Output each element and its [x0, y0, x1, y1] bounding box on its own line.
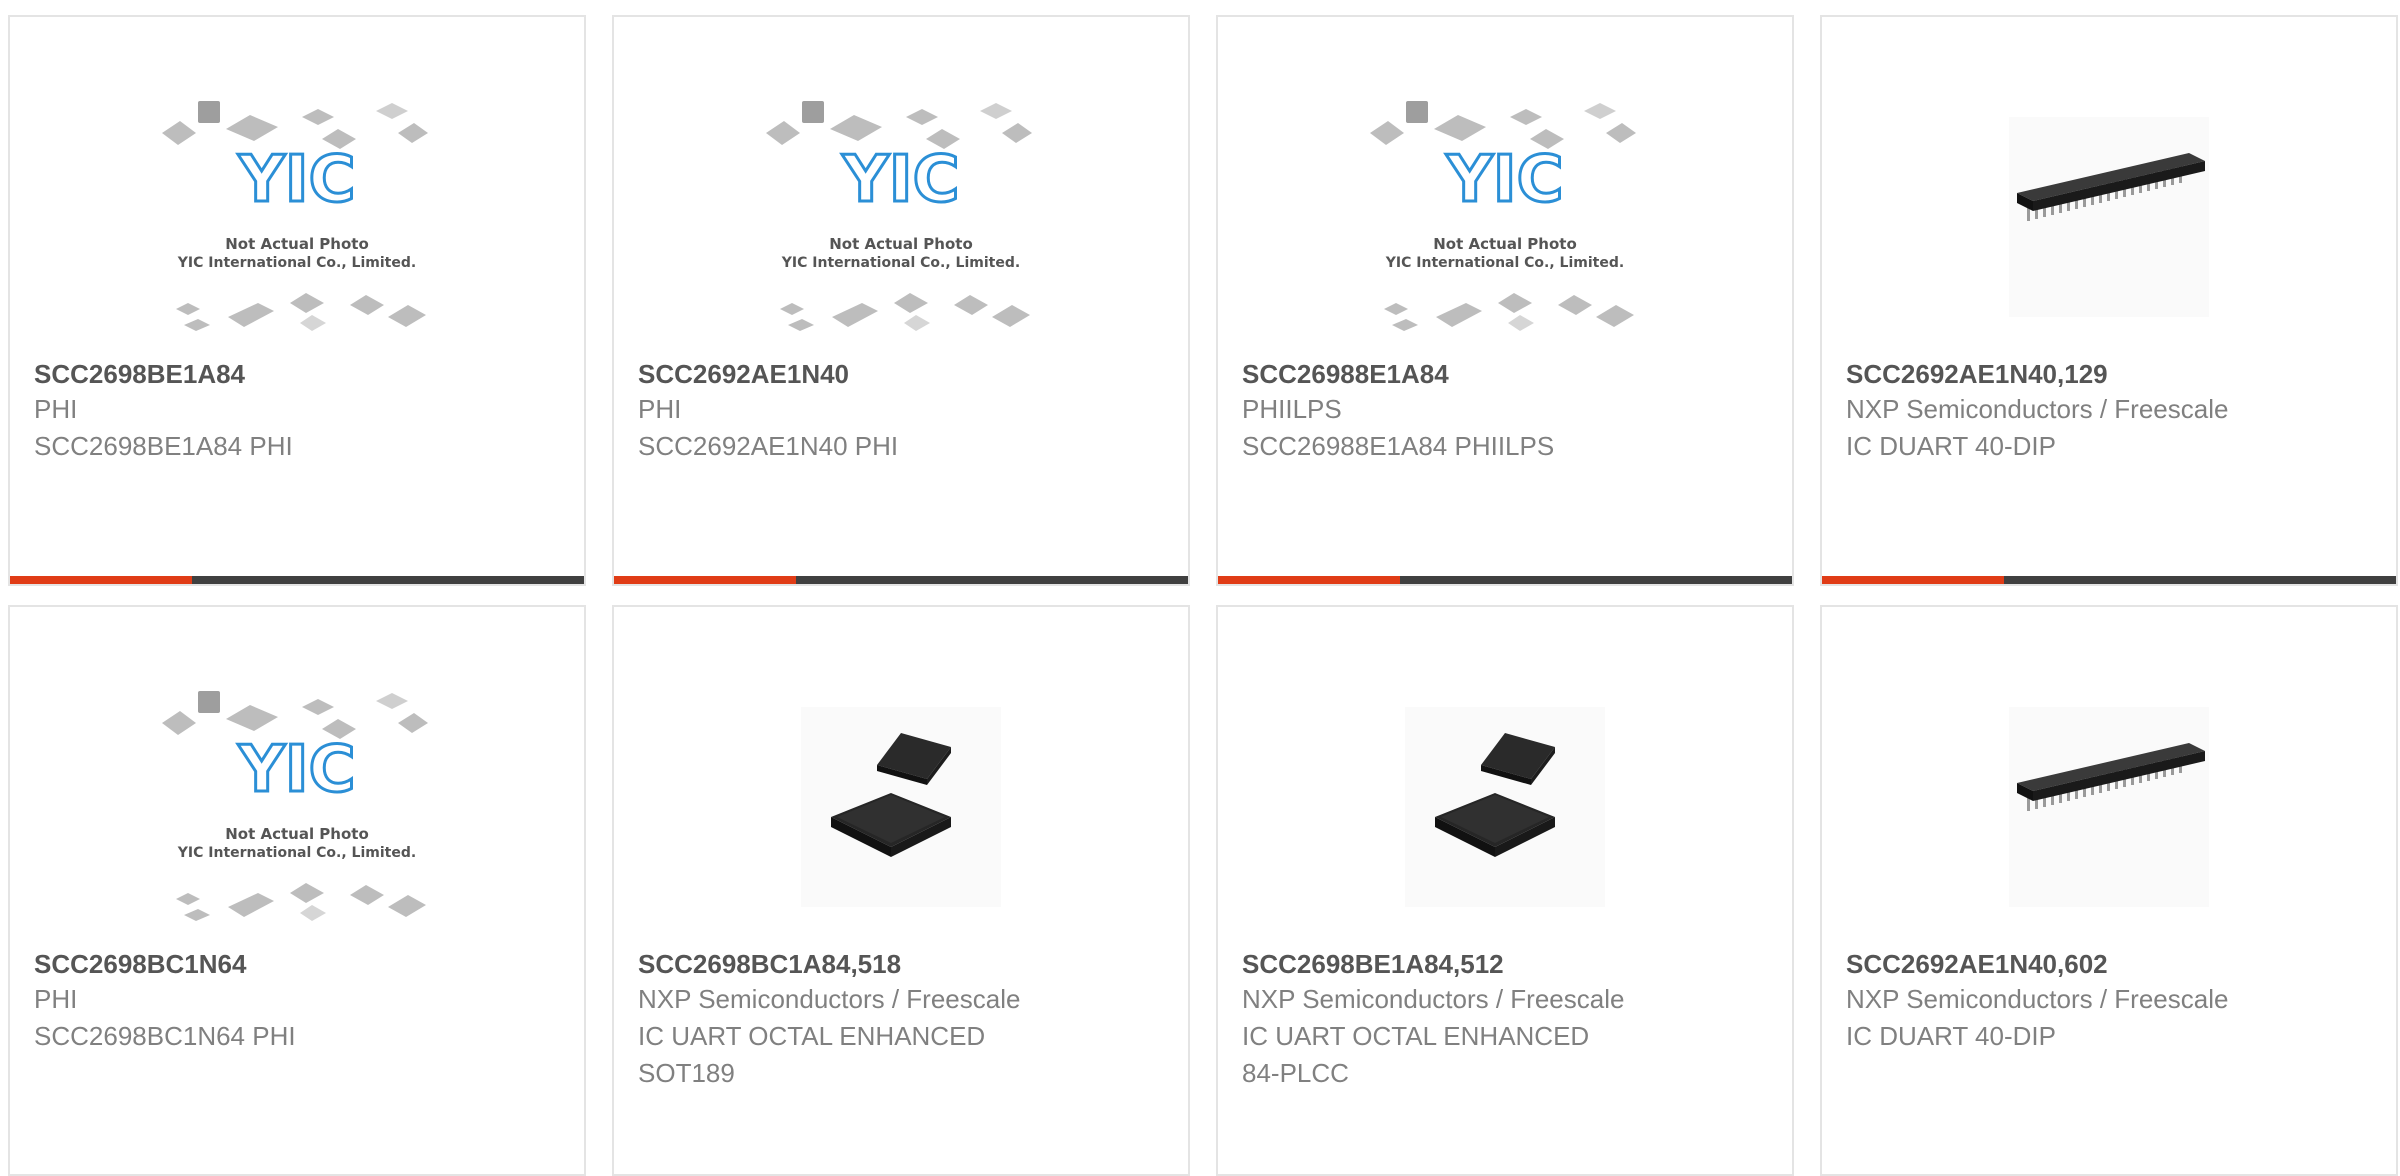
part-number-link[interactable]: SCC2692AE1N40,602 — [1846, 947, 2376, 981]
description: IC DUART 40-DIP — [1846, 431, 2056, 461]
placeholder-image: YIC Not Actual Photo YIC International C… — [162, 101, 428, 331]
svg-text:YIC: YIC — [1445, 143, 1563, 217]
svg-text:Not Actual Photo: Not Actual Photo — [829, 235, 973, 253]
part-number-link[interactable]: SCC2698BE1A84 — [34, 357, 564, 391]
manufacturer: NXP Semiconductors / Freescale — [1242, 984, 1625, 1014]
product-card[interactable]: SCC2698BE1A84,512 NXP Semiconductors / Fr… — [1216, 605, 1794, 1176]
product-card[interactable]: SCC2692AE1N40,602 NXP Semiconductors / Fr… — [1820, 605, 2398, 1176]
dip-chip-image — [2009, 117, 2209, 317]
product-grid: YIC Not Actual Photo YIC International C… — [8, 15, 2398, 1176]
description: SCC26988E1A84 PHIILPS — [1242, 431, 1555, 461]
manufacturer: PHI — [34, 394, 78, 424]
card-bottom-bar — [614, 576, 1188, 584]
product-info: SCC2692AE1N40,602 NXP Semiconductors / Fr… — [1846, 947, 2376, 1055]
svg-text:Not Actual Photo: Not Actual Photo — [1433, 235, 1577, 253]
product-image[interactable]: YIC Not Actual Photo YIC International C… — [616, 67, 1186, 367]
svg-text:YIC: YIC — [841, 143, 959, 217]
product-image[interactable] — [1220, 657, 1790, 957]
product-card[interactable]: SCC2698BC1A84,518 NXP Semiconductors / Fr… — [612, 605, 1190, 1176]
svg-text:YIC: YIC — [237, 733, 355, 807]
manufacturer: PHI — [638, 394, 682, 424]
svg-text:YIC International Co., Limited: YIC International Co., Limited. — [1385, 255, 1624, 271]
card-accent-bar — [10, 576, 192, 584]
part-number-link[interactable]: SCC2698BE1A84,512 — [1242, 947, 1772, 981]
dip-chip-image — [2009, 707, 2209, 907]
product-image[interactable] — [1824, 67, 2394, 367]
part-number-link[interactable]: SCC2692AE1N40,129 — [1846, 357, 2376, 391]
product-image[interactable]: YIC Not Actual Photo YIC International C… — [12, 67, 582, 367]
placeholder-image: YIC Not Actual Photo YIC International C… — [1370, 101, 1636, 331]
product-info: SCC2698BC1N64 PHI SCC2698BC1N64 PHI — [34, 947, 564, 1055]
card-bottom-bar — [1822, 576, 2396, 584]
product-image[interactable] — [1824, 657, 2394, 957]
product-image[interactable]: YIC Not Actual Photo YIC International C… — [12, 657, 582, 957]
description: SCC2698BE1A84 PHI — [34, 431, 293, 461]
description: IC DUART 40-DIP — [1846, 1021, 2056, 1051]
product-card[interactable]: YIC Not Actual Photo YIC International C… — [8, 15, 586, 586]
svg-text:YIC: YIC — [237, 143, 355, 217]
description: SCC2698BC1N64 PHI — [34, 1021, 296, 1051]
svg-text:Not Actual Photo: Not Actual Photo — [225, 825, 369, 843]
description: IC UART OCTAL ENHANCED — [638, 1021, 986, 1051]
manufacturer: PHI — [34, 984, 78, 1014]
plcc-chip-image — [801, 707, 1001, 907]
part-number-link[interactable]: SCC2698BC1A84,518 — [638, 947, 1168, 981]
product-info: SCC2692AE1N40 PHI SCC2692AE1N40 PHI — [638, 357, 1168, 465]
product-info: SCC2692AE1N40,129 NXP Semiconductors / Fr… — [1846, 357, 2376, 465]
manufacturer: NXP Semiconductors / Freescale — [1846, 394, 2229, 424]
svg-text:YIC International Co., Limited: YIC International Co., Limited. — [177, 255, 416, 271]
placeholder-image: YIC Not Actual Photo YIC International C… — [766, 101, 1032, 331]
card-accent-bar — [614, 576, 796, 584]
svg-text:YIC International Co., Limited: YIC International Co., Limited. — [781, 255, 1020, 271]
product-image[interactable] — [616, 657, 1186, 957]
description: IC UART OCTAL ENHANCED — [1242, 1021, 1590, 1051]
manufacturer: PHIILPS — [1242, 394, 1342, 424]
description-continued: 84-PLCC — [1242, 1058, 1349, 1088]
manufacturer: NXP Semiconductors / Freescale — [1846, 984, 2229, 1014]
card-accent-bar — [1218, 576, 1400, 584]
svg-text:Not Actual Photo: Not Actual Photo — [225, 235, 369, 253]
product-info: SCC26988E1A84 PHIILPS SCC26988E1A84 PHIILP… — [1242, 357, 1772, 465]
svg-text:YIC International Co., Limited: YIC International Co., Limited. — [177, 845, 416, 861]
product-card[interactable]: YIC Not Actual Photo YIC International C… — [8, 605, 586, 1176]
placeholder-image: YIC Not Actual Photo YIC International C… — [162, 691, 428, 921]
product-card[interactable]: SCC2692AE1N40,129 NXP Semiconductors / Fr… — [1820, 15, 2398, 586]
product-card[interactable]: YIC Not Actual Photo YIC International C… — [612, 15, 1190, 586]
product-image[interactable]: YIC Not Actual Photo YIC International C… — [1220, 67, 1790, 367]
manufacturer: NXP Semiconductors / Freescale — [638, 984, 1021, 1014]
card-bottom-bar — [1218, 576, 1792, 584]
part-number-link[interactable]: SCC26988E1A84 — [1242, 357, 1772, 391]
plcc-chip-image — [1405, 707, 1605, 907]
part-number-link[interactable]: SCC2692AE1N40 — [638, 357, 1168, 391]
product-info: SCC2698BE1A84,512 NXP Semiconductors / Fr… — [1242, 947, 1772, 1092]
product-card[interactable]: YIC Not Actual Photo YIC International C… — [1216, 15, 1794, 586]
product-info: SCC2698BE1A84 PHI SCC2698BE1A84 PHI — [34, 357, 564, 465]
product-info: SCC2698BC1A84,518 NXP Semiconductors / Fr… — [638, 947, 1168, 1092]
card-bottom-bar — [10, 576, 584, 584]
card-accent-bar — [1822, 576, 2004, 584]
part-number-link[interactable]: SCC2698BC1N64 — [34, 947, 564, 981]
description: SCC2692AE1N40 PHI — [638, 431, 899, 461]
description-continued: SOT189 — [638, 1058, 735, 1088]
